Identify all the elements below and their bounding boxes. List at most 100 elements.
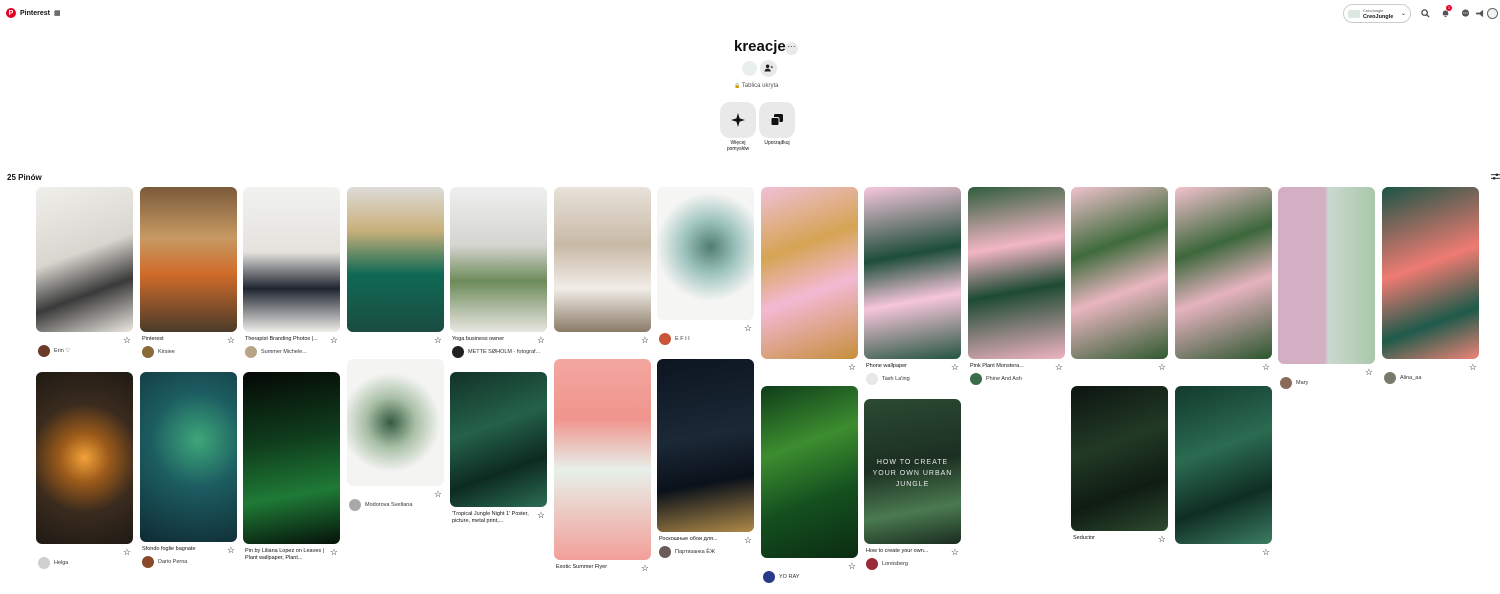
pin-title[interactable]: Pink Plant Monstera... xyxy=(970,363,1052,370)
user-avatar[interactable] xyxy=(349,499,361,511)
pin-image[interactable] xyxy=(450,372,547,507)
pin-image[interactable] xyxy=(243,372,340,544)
star-icon[interactable]: ☆ xyxy=(537,511,545,520)
chat-icon[interactable] xyxy=(1460,9,1470,19)
user-avatar[interactable] xyxy=(1384,372,1396,384)
star-icon[interactable]: ☆ xyxy=(951,363,959,372)
pin-user[interactable]: Loreisberg xyxy=(866,558,908,570)
pin-title[interactable]: Pinterest xyxy=(142,336,224,343)
search-icon[interactable] xyxy=(1420,9,1430,19)
user-avatar[interactable] xyxy=(1280,377,1292,389)
user-name[interactable]: Dario Perna xyxy=(158,559,187,565)
user-avatar[interactable] xyxy=(142,556,154,568)
board-more-button[interactable]: ··· xyxy=(785,42,798,55)
user-name[interactable]: Партизанка ЁЖ xyxy=(675,549,715,555)
star-icon[interactable]: ☆ xyxy=(1365,368,1373,377)
star-icon[interactable]: ☆ xyxy=(434,336,442,345)
pin-user[interactable]: Erin ♡ xyxy=(38,345,70,357)
pin-title[interactable]: 'Tropical Jungle Night 1' Poster, pictur… xyxy=(452,511,534,525)
account-switcher[interactable]: CreoJungle CreoJungle ⌄ xyxy=(1343,4,1411,23)
megaphone-icon[interactable] xyxy=(1474,9,1484,19)
menu-icon[interactable]: ▦ xyxy=(54,9,61,17)
star-icon[interactable]: ☆ xyxy=(951,548,959,557)
user-avatar[interactable] xyxy=(866,373,878,385)
profile-avatar[interactable] xyxy=(1487,8,1498,19)
pin-title[interactable]: Роскошные обои для... xyxy=(659,536,741,543)
pin-image[interactable] xyxy=(36,187,133,332)
star-icon[interactable]: ☆ xyxy=(744,324,752,333)
star-icon[interactable]: ☆ xyxy=(1158,363,1166,372)
user-name[interactable]: METTE SØHOLM - fotograf... xyxy=(468,349,540,355)
user-avatar[interactable] xyxy=(452,346,464,358)
user-avatar[interactable] xyxy=(763,571,775,583)
pin-user[interactable]: E F I I xyxy=(659,333,690,345)
user-avatar[interactable] xyxy=(659,333,671,345)
pin-user[interactable]: Modorova Svetlana xyxy=(349,499,412,511)
pin-image[interactable] xyxy=(243,187,340,332)
star-icon[interactable]: ☆ xyxy=(1469,363,1477,372)
pin-title[interactable]: Exotic Summer Flyer xyxy=(556,564,638,571)
pin-image[interactable] xyxy=(1175,386,1272,544)
user-avatar[interactable] xyxy=(866,558,878,570)
add-collaborator-icon[interactable] xyxy=(760,60,777,77)
user-name[interactable]: Helga xyxy=(54,560,68,566)
user-avatar[interactable] xyxy=(659,546,671,558)
user-avatar[interactable] xyxy=(245,346,257,358)
pin-image[interactable] xyxy=(36,372,133,544)
star-icon[interactable]: ☆ xyxy=(227,546,235,555)
pin-user[interactable]: Helga xyxy=(38,557,68,569)
user-avatar[interactable] xyxy=(970,373,982,385)
star-icon[interactable]: ☆ xyxy=(848,363,856,372)
pin-title[interactable]: Therapist Branding Photos |... xyxy=(245,336,327,343)
pin-user[interactable]: Партизанка ЁЖ xyxy=(659,546,715,558)
pin-image[interactable] xyxy=(968,187,1065,359)
pin-user[interactable]: Kirsiee xyxy=(142,346,175,358)
user-name[interactable]: Tash La'ing xyxy=(882,376,910,382)
organize-action[interactable]: Uporządkuj xyxy=(758,102,796,146)
pin-user[interactable]: METTE SØHOLM - fotograf... xyxy=(452,346,540,358)
pin-image[interactable] xyxy=(554,187,651,332)
star-icon[interactable]: ☆ xyxy=(227,336,235,345)
pin-image[interactable] xyxy=(1071,386,1168,531)
pin-user[interactable]: Alina_aa xyxy=(1384,372,1421,384)
user-name[interactable]: Loreisberg xyxy=(882,561,908,567)
pin-image[interactable] xyxy=(657,359,754,532)
pin-image[interactable] xyxy=(140,187,237,332)
filter-icon[interactable] xyxy=(1491,172,1500,183)
pin-title[interactable]: How to create your own... xyxy=(866,548,948,555)
collaborator-avatar[interactable] xyxy=(741,60,758,77)
user-name[interactable]: Kirsiee xyxy=(158,349,175,355)
user-name[interactable]: Modorova Svetlana xyxy=(365,502,412,508)
pin-user[interactable]: Tash La'ing xyxy=(866,373,910,385)
user-name[interactable]: Erin ♡ xyxy=(54,348,70,354)
pin-image[interactable] xyxy=(554,359,651,560)
star-icon[interactable]: ☆ xyxy=(123,336,131,345)
pin-title[interactable]: Seductor xyxy=(1073,535,1155,542)
star-icon[interactable]: ☆ xyxy=(434,490,442,499)
user-avatar[interactable] xyxy=(38,345,50,357)
star-icon[interactable]: ☆ xyxy=(330,548,338,557)
star-icon[interactable]: ☆ xyxy=(641,336,649,345)
user-name[interactable]: Summer Michele... xyxy=(261,349,307,355)
pin-image[interactable] xyxy=(657,187,754,320)
user-name[interactable]: Alina_aa xyxy=(1400,375,1421,381)
star-icon[interactable]: ☆ xyxy=(1158,535,1166,544)
user-name[interactable]: Mary xyxy=(1296,380,1308,386)
user-name[interactable]: YO RAY xyxy=(779,574,799,580)
user-name[interactable]: E F I I xyxy=(675,336,690,342)
pin-image[interactable] xyxy=(450,187,547,332)
organize-icon[interactable] xyxy=(759,102,795,138)
pin-image[interactable] xyxy=(1278,187,1375,364)
star-icon[interactable]: ☆ xyxy=(330,336,338,345)
pin-image[interactable] xyxy=(347,187,444,332)
pin-image[interactable] xyxy=(761,187,858,359)
pin-user[interactable]: Dario Perna xyxy=(142,556,187,568)
user-name[interactable]: Phine And Ash xyxy=(986,376,1022,382)
pin-user[interactable]: Summer Michele... xyxy=(245,346,307,358)
user-avatar[interactable] xyxy=(142,346,154,358)
pin-user[interactable]: YO RAY xyxy=(763,571,799,583)
star-icon[interactable]: ☆ xyxy=(1262,363,1270,372)
pin-title[interactable]: Phone wallpaper xyxy=(866,363,948,370)
pin-user[interactable]: Mary xyxy=(1280,377,1308,389)
star-icon[interactable]: ☆ xyxy=(1262,548,1270,557)
